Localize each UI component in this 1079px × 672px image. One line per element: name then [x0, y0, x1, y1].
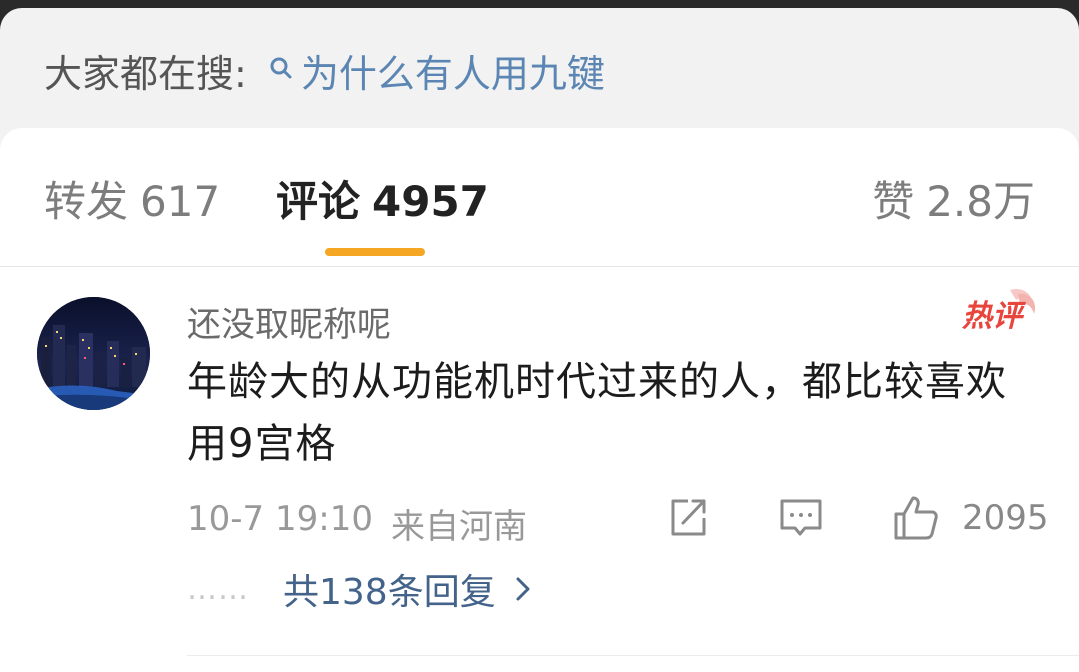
avatar-city-night-image [37, 297, 150, 410]
like-count: 2095 [962, 498, 1049, 538]
comment-location: 来自河南 [390, 507, 527, 547]
view-replies-link[interactable]: …… 共138条回复 [187, 563, 532, 615]
tab-repost-count: 617 [140, 177, 221, 226]
hot-comment-badge: 热评 [961, 288, 1036, 334]
thumbs-up-icon [894, 496, 938, 540]
comments-panel: 转发 617 评论 4957 赞 2.8万 还没取昵称呢 热评 年龄大的从功能机… [0, 128, 1079, 672]
replies-dots: …… [187, 571, 249, 607]
trending-search-label: 大家都在搜: [44, 51, 247, 96]
tab-comment-label: 评论 [276, 177, 361, 226]
trending-search-query: 为什么有人用九键 [300, 51, 605, 96]
replies-count-label: 共138条回复 [283, 572, 496, 613]
comment-icon [780, 499, 822, 536]
comment-username[interactable]: 还没取昵称呢 [187, 297, 391, 346]
tab-like-label: 赞 [872, 177, 915, 226]
comment-item: 还没取昵称呢 热评 年龄大的从功能机时代过来的人，都比较喜欢用9宫格 10-7 … [0, 267, 1079, 672]
divider [187, 655, 1079, 656]
tab-bar: 转发 617 评论 4957 赞 2.8万 [0, 128, 1079, 258]
like-button[interactable]: 2095 [892, 493, 1049, 543]
chevron-right-icon [516, 577, 530, 601]
share-icon [671, 499, 706, 536]
comment-meta: 10-7 19:10 来自河南 [187, 499, 527, 548]
tab-comment-count: 4957 [372, 177, 489, 226]
tab-like-count: 2.8万 [926, 177, 1035, 226]
tab-repost-label: 转发 [44, 177, 129, 226]
comment-body: 年龄大的从功能机时代过来的人，都比较喜欢用9宫格 [187, 359, 1007, 467]
trending-search-link[interactable]: 为什么有人用九键 [267, 43, 605, 98]
avatar[interactable] [37, 297, 150, 410]
hot-comment-badge-label: 热评 [961, 299, 1027, 334]
trending-search-hint: 大家都在搜: 为什么有人用九键 [44, 42, 605, 98]
tab-like[interactable]: 赞 2.8万 [872, 168, 1035, 229]
share-button[interactable] [666, 493, 710, 543]
active-tab-indicator [325, 248, 425, 256]
tab-repost[interactable]: 转发 617 [44, 168, 220, 229]
tab-comment[interactable]: 评论 4957 [276, 168, 489, 229]
search-icon [270, 57, 292, 79]
reply-button[interactable] [778, 493, 824, 543]
comment-time: 10-7 19:10 [187, 499, 373, 539]
weibo-comment-screen: 大家都在搜: 为什么有人用九键 转发 617 评论 4957 赞 2.8万 还没… [0, 8, 1079, 672]
